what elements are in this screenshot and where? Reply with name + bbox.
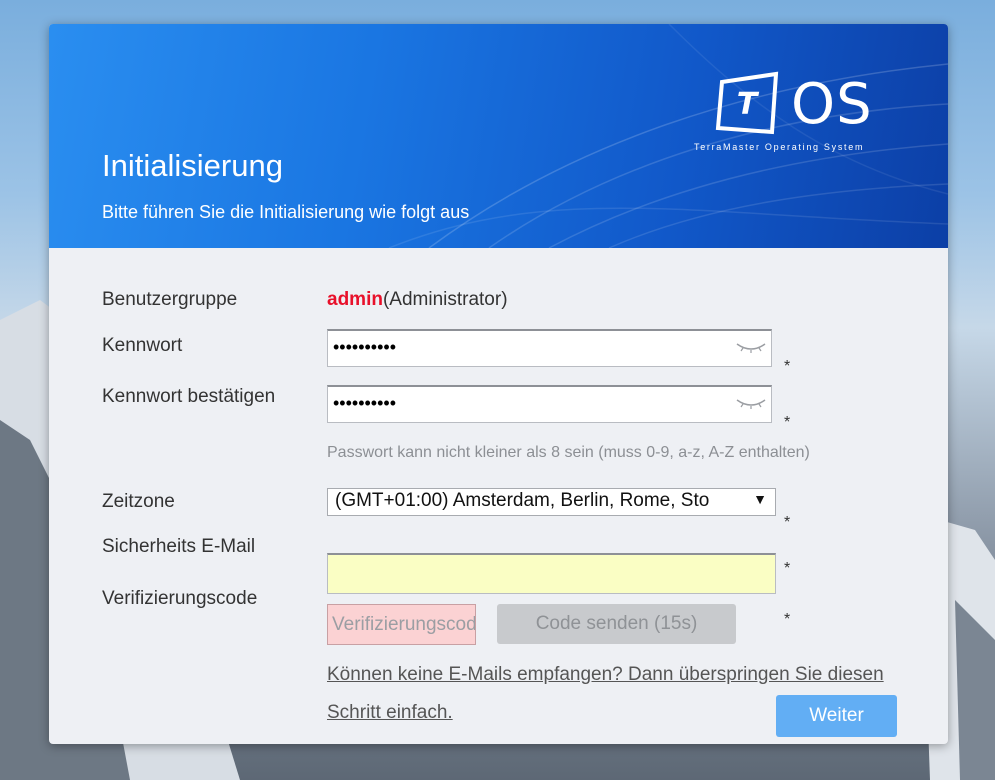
show-confirm-password-icon[interactable] <box>735 396 767 410</box>
header-banner: T OS TerraMaster Operating System Initia… <box>49 24 948 248</box>
email-required-mark: * <box>784 560 791 577</box>
security-email-input[interactable] <box>327 553 776 594</box>
usergroup-role: (Administrator) <box>382 289 508 310</box>
send-code-button[interactable]: Code senden (15s) <box>497 604 736 644</box>
tos-logo: T OS TerraMaster Operating System <box>694 68 904 158</box>
next-button[interactable]: Weiter <box>776 695 897 737</box>
password-hint: Passwort kann nicht kleiner als 8 sein (… <box>327 444 810 461</box>
page-title: Initialisierung <box>102 148 283 183</box>
email-label: Sicherheits E-Mail <box>102 536 256 557</box>
confirm-password-required-mark: * <box>784 414 791 431</box>
password-label: Kennwort <box>102 335 183 356</box>
tos-logo-text: OS <box>791 72 873 137</box>
usergroup-name: admin <box>327 289 383 310</box>
timezone-label: Zeitzone <box>102 491 175 512</box>
confirm-password-label: Kennwort bestätigen <box>102 386 276 407</box>
tos-logo-t-icon: T <box>715 71 779 135</box>
code-label: Verifizierungscode <box>102 588 258 609</box>
dropdown-arrow-icon: ▼ <box>753 491 767 507</box>
svg-text:T: T <box>737 87 760 122</box>
timezone-required-mark: * <box>784 514 791 531</box>
code-required-mark: * <box>784 611 791 628</box>
confirm-password-input[interactable]: •••••••••• <box>327 385 772 423</box>
password-input[interactable]: •••••••••• <box>327 329 772 367</box>
initialization-dialog: T OS TerraMaster Operating System Initia… <box>49 24 948 744</box>
confirm-password-value: •••••••••• <box>333 393 397 413</box>
show-password-icon[interactable] <box>735 340 767 354</box>
password-value: •••••••••• <box>333 337 397 357</box>
password-required-mark: * <box>784 358 791 375</box>
usergroup-label: Benutzergruppe <box>102 289 238 310</box>
init-form: Benutzergruppe admin(Administrator) Kenn… <box>49 248 948 744</box>
verification-code-input[interactable]: Verifizierungscode <box>327 604 476 645</box>
timezone-select[interactable]: (GMT+01:00) Amsterdam, Berlin, Rome, Sto… <box>327 488 776 516</box>
page-subtitle: Bitte führen Sie die Initialisierung wie… <box>102 202 470 222</box>
timezone-value: (GMT+01:00) Amsterdam, Berlin, Rome, Sto <box>335 490 710 511</box>
tos-logo-tagline: TerraMaster Operating System <box>694 142 865 152</box>
usergroup-value: admin(Administrator) <box>327 289 508 311</box>
